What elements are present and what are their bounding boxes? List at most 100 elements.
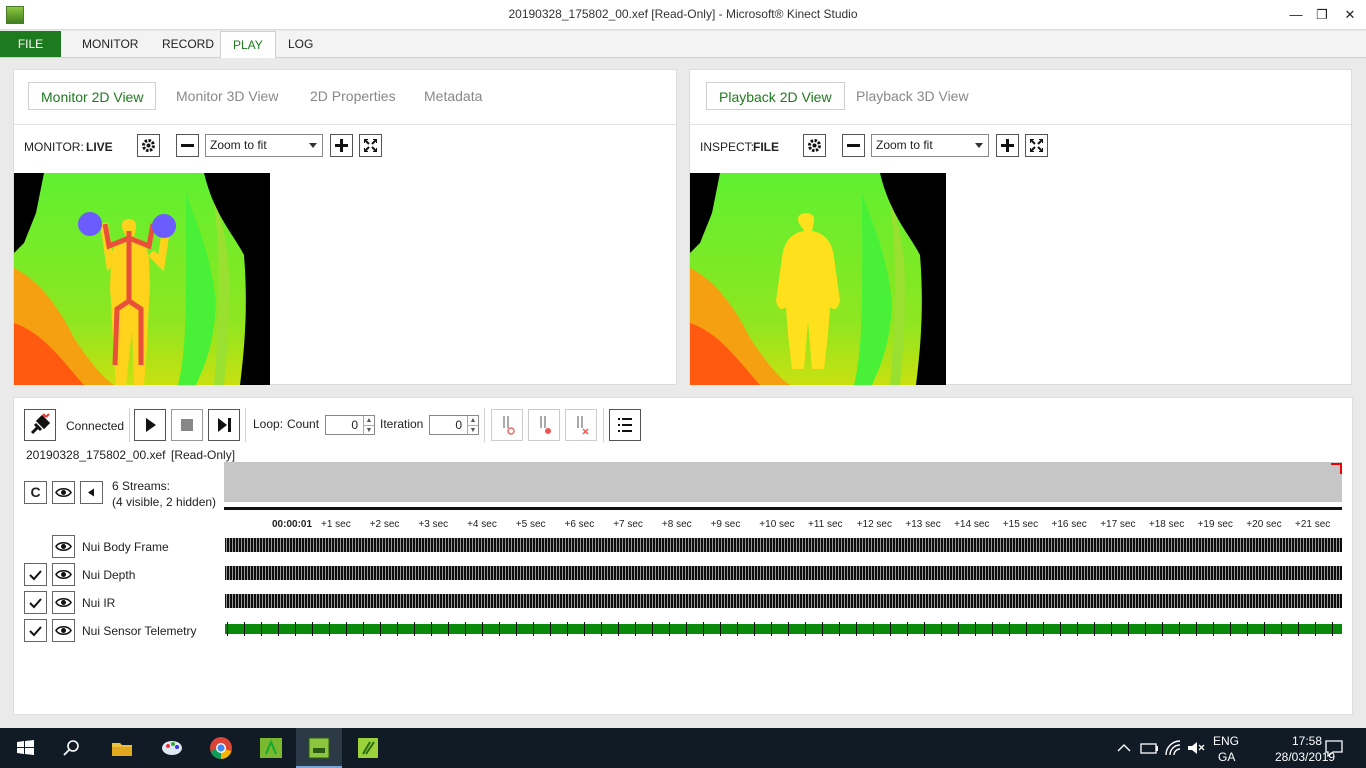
settings-button[interactable] bbox=[803, 134, 826, 157]
zoom-out-button[interactable] bbox=[842, 134, 865, 157]
notification-icon[interactable] bbox=[1320, 734, 1348, 762]
eye-icon bbox=[55, 569, 72, 580]
paint-icon[interactable] bbox=[158, 734, 186, 762]
stream-checkbox[interactable] bbox=[24, 619, 47, 642]
chrome-icon[interactable] bbox=[207, 734, 235, 762]
kinect-studio-icon[interactable] bbox=[305, 734, 333, 762]
taskbar: ENG GA 17:58 28/03/2019 bbox=[0, 728, 1366, 768]
tab-monitor-3d-view[interactable]: Monitor 3D View bbox=[164, 82, 290, 110]
connection-status: Connected bbox=[66, 419, 125, 433]
timeline-tick: +11 sec bbox=[808, 519, 843, 530]
stream-name: Nui Sensor Telemetry bbox=[82, 624, 197, 638]
timeline-overview[interactable] bbox=[224, 462, 1342, 502]
tab-playback-3d-view[interactable]: Playback 3D View bbox=[844, 82, 981, 110]
zoom-in-button[interactable] bbox=[330, 134, 353, 157]
tab-playback-2d-view[interactable]: Playback 2D View bbox=[706, 82, 845, 110]
chevron-up-icon[interactable]: ▲ bbox=[467, 416, 478, 425]
stream-name: Nui Depth bbox=[82, 568, 136, 582]
zoom-select[interactable]: Zoom to fit bbox=[871, 134, 989, 157]
play-icon bbox=[146, 418, 156, 432]
monitor-panel: Monitor 2D View Monitor 3D View 2D Prope… bbox=[13, 69, 677, 385]
file-explorer-icon[interactable] bbox=[108, 734, 136, 762]
menu-play[interactable]: PLAY bbox=[220, 31, 276, 58]
input-language[interactable]: ENG bbox=[1213, 734, 1239, 748]
stream-track-telemetry[interactable] bbox=[225, 622, 1342, 636]
monitor-mode: LIVE bbox=[86, 140, 113, 154]
timeline-tick: +5 sec bbox=[515, 519, 546, 530]
timeline-tick: +3 sec bbox=[418, 519, 449, 530]
search-icon[interactable] bbox=[58, 734, 86, 762]
add-pause-point-button[interactable] bbox=[491, 409, 523, 441]
clock-time[interactable]: 17:58 bbox=[1292, 734, 1322, 748]
divider bbox=[690, 124, 1351, 125]
menu-monitor[interactable]: MONITOR bbox=[70, 31, 150, 57]
stop-icon bbox=[181, 419, 193, 431]
kinect-app-icon[interactable] bbox=[257, 734, 285, 762]
zoom-select-value: Zoom to fit bbox=[210, 138, 267, 152]
connect-button[interactable] bbox=[24, 409, 56, 441]
chevron-down-icon[interactable]: ▼ bbox=[467, 425, 478, 434]
tab-monitor-2d-view[interactable]: Monitor 2D View bbox=[28, 82, 157, 110]
play-button[interactable] bbox=[134, 409, 166, 441]
eye-icon bbox=[55, 487, 72, 498]
set-pause-point-button[interactable] bbox=[528, 409, 560, 441]
pause-point-icon bbox=[503, 416, 515, 435]
timeline-tick: +16 sec bbox=[1051, 519, 1087, 530]
volume-muted-icon[interactable] bbox=[1182, 734, 1210, 762]
stream-visibility-button[interactable] bbox=[52, 563, 75, 586]
chevron-up-icon[interactable] bbox=[1110, 734, 1138, 762]
loop-count-value: 0 bbox=[351, 418, 358, 432]
streams-summary: 6 Streams: bbox=[112, 479, 171, 493]
close-button[interactable]: ✕ bbox=[1336, 4, 1364, 26]
iteration-value: 0 bbox=[455, 418, 462, 432]
fit-to-view-button[interactable] bbox=[359, 134, 382, 157]
iteration-stepper[interactable]: 0 ▲ ▼ bbox=[429, 415, 479, 435]
menu-file[interactable]: FILE bbox=[0, 31, 61, 57]
stream-track[interactable] bbox=[225, 538, 1342, 552]
stream-visibility-button[interactable] bbox=[52, 535, 75, 558]
zoom-select[interactable]: Zoom to fit bbox=[205, 134, 323, 157]
timeline-tick: +7 sec bbox=[613, 519, 643, 530]
list-view-button[interactable] bbox=[609, 409, 641, 441]
menu-log[interactable]: LOG bbox=[276, 31, 325, 57]
eye-icon bbox=[55, 541, 72, 552]
stream-visibility-button[interactable] bbox=[52, 619, 75, 642]
gear-icon bbox=[142, 139, 155, 152]
separator bbox=[484, 408, 485, 442]
timeline-tick: +4 sec bbox=[467, 519, 497, 530]
tab-metadata[interactable]: Metadata bbox=[412, 82, 494, 110]
battery-icon[interactable] bbox=[1135, 734, 1163, 762]
timeline-tick: +18 sec bbox=[1148, 519, 1185, 530]
timeline-tick: +8 sec bbox=[661, 519, 692, 530]
loop-count-stepper[interactable]: 0 ▲ ▼ bbox=[325, 415, 375, 435]
settings-button[interactable] bbox=[137, 134, 160, 157]
clear-button[interactable]: C bbox=[24, 481, 47, 504]
stream-checkbox[interactable] bbox=[24, 591, 47, 614]
chevron-down-icon bbox=[975, 143, 983, 148]
stream-track[interactable] bbox=[225, 566, 1342, 580]
kinect-verifier-icon[interactable] bbox=[354, 734, 382, 762]
timeline-end-marker[interactable] bbox=[1331, 463, 1342, 474]
maximize-button[interactable]: ❐ bbox=[1308, 4, 1336, 26]
windows-start-icon[interactable] bbox=[11, 734, 39, 762]
zoom-out-button[interactable] bbox=[176, 134, 199, 157]
stream-visibility-button[interactable] bbox=[52, 591, 75, 614]
step-forward-button[interactable] bbox=[208, 409, 240, 441]
timeline-tick: +20 sec bbox=[1246, 519, 1282, 530]
remove-pause-points-button[interactable] bbox=[565, 409, 597, 441]
tab-2d-properties[interactable]: 2D Properties bbox=[298, 82, 408, 110]
menu-record[interactable]: RECORD bbox=[150, 31, 226, 57]
stream-track[interactable] bbox=[225, 594, 1342, 608]
toggle-visibility-button[interactable] bbox=[52, 481, 75, 504]
input-region[interactable]: GA bbox=[1218, 750, 1235, 764]
chevron-up-icon[interactable]: ▲ bbox=[363, 416, 374, 425]
zoom-in-button[interactable] bbox=[996, 134, 1019, 157]
fit-to-view-button[interactable] bbox=[1025, 134, 1048, 157]
minimize-button[interactable]: — bbox=[1282, 4, 1310, 26]
collapse-streams-button[interactable] bbox=[80, 481, 103, 504]
stream-checkbox[interactable] bbox=[24, 563, 47, 586]
inspect-label: INSPECT: bbox=[700, 140, 755, 154]
chevron-down-icon[interactable]: ▼ bbox=[363, 425, 374, 434]
stop-button[interactable] bbox=[171, 409, 203, 441]
loop-label: Loop: bbox=[253, 417, 284, 431]
